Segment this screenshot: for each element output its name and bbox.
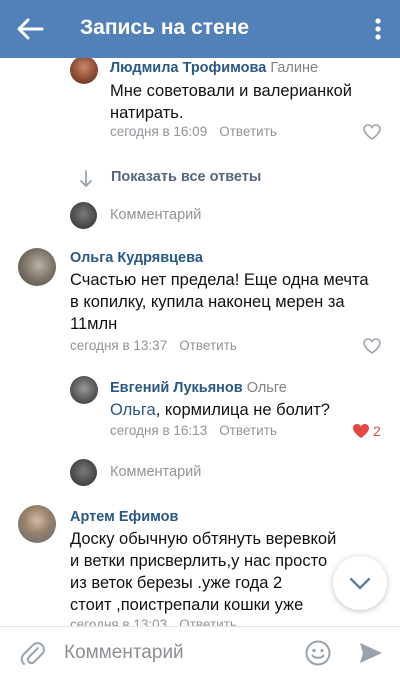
comment-author[interactable]: Артем Ефимов [70, 509, 178, 525]
reply-to-label: Ольге [246, 380, 287, 396]
comment-text: Доску обычную обтянуть веревкой и ветки … [70, 530, 337, 614]
avatar[interactable] [70, 376, 98, 404]
page-title: Запись на стене [80, 16, 250, 39]
comment-meta: сегодня в 13:37 Ответить [70, 338, 237, 353]
comment-author[interactable]: Людмила Трофимова Галине [110, 60, 318, 76]
top-bar: Запись на стене [0, 0, 400, 58]
like-icon[interactable] [363, 124, 381, 145]
comment-author[interactable]: Евгений Лукьянов Ольге [110, 380, 287, 396]
emoji-icon[interactable] [304, 639, 332, 667]
chevron-down-icon [349, 577, 371, 590]
comment-placeholder: Комментарий [110, 464, 202, 480]
comment-placeholder: Комментарий [110, 207, 202, 223]
like-icon[interactable] [363, 338, 381, 359]
comment-text: Мне советовали и валерианкой натирать. [110, 82, 353, 122]
back-arrow-icon[interactable] [14, 14, 46, 44]
comment-meta: сегодня в 13:03 Ответить [70, 617, 237, 626]
more-menu-icon[interactable] [368, 14, 388, 44]
scroll-down-button[interactable] [333, 556, 387, 610]
comment-time: сегодня в 13:03 [70, 617, 168, 626]
avatar [70, 202, 97, 229]
show-all-replies-label: Показать все ответы [111, 169, 262, 185]
comment-text: Ольга, кормилица не болит? [110, 401, 330, 419]
reply-to-label: Галине [270, 60, 319, 76]
avatar [70, 459, 97, 486]
avatar[interactable] [18, 505, 56, 543]
comment-meta: сегодня в 16:13 Ответить [110, 423, 277, 438]
comment-input-bar: Комментарий [0, 626, 400, 678]
comment-time: сегодня в 16:13 [110, 423, 208, 438]
reply-button[interactable]: Ответить [219, 423, 277, 438]
reply-button[interactable]: Ответить [219, 124, 277, 139]
comment-text: Счастью нет предела! Еще одна мечта в ко… [70, 271, 369, 333]
reply-button[interactable]: Ответить [179, 617, 237, 626]
send-icon[interactable] [358, 640, 384, 666]
like-filled-icon[interactable] [352, 423, 370, 444]
comments-list: Людмила Трофимова Галине Мне советовали и… [0, 58, 400, 626]
avatar[interactable] [70, 58, 98, 84]
like-count: 2 [373, 423, 381, 439]
reply-button[interactable]: Ответить [179, 338, 237, 353]
arrow-down-icon [80, 170, 92, 187]
show-all-replies-button[interactable]: Показать все ответы [76, 168, 296, 190]
comment-time: сегодня в 16:09 [110, 124, 208, 139]
mention-link[interactable]: Ольга [110, 401, 156, 419]
comment-meta: сегодня в 16:09 Ответить [110, 124, 277, 139]
avatar[interactable] [18, 248, 56, 286]
comment-input[interactable]: Комментарий [64, 642, 184, 664]
paperclip-icon[interactable] [18, 639, 46, 667]
comment-time: сегодня в 13:37 [70, 338, 168, 353]
comment-author[interactable]: Ольга Кудрявцева [70, 250, 203, 266]
